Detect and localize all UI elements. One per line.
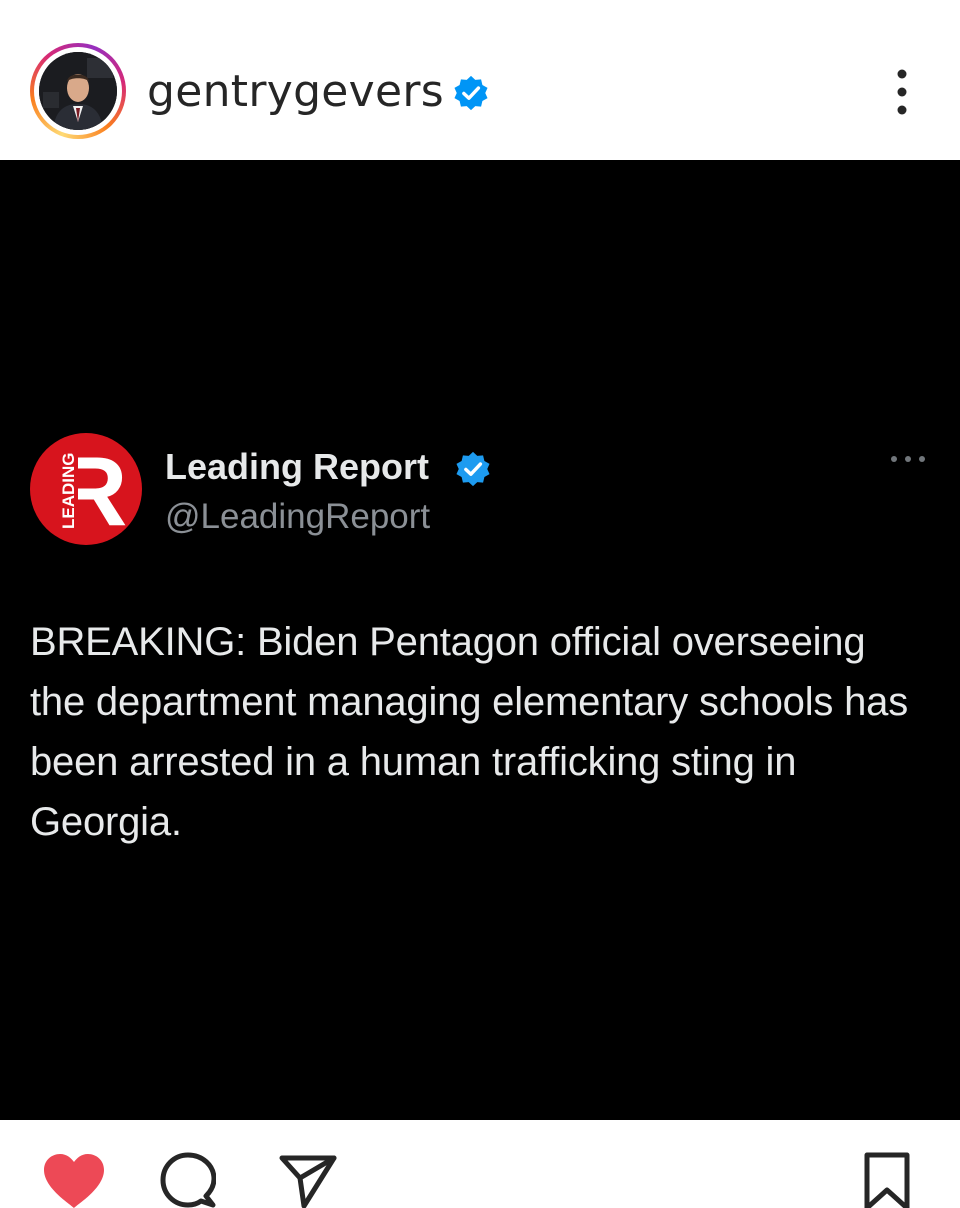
tweet-handle: @LeadingReport (165, 497, 431, 536)
tweet-more-icon (891, 456, 925, 462)
tweet-text: BREAKING: Biden Pentagon official overse… (30, 620, 908, 844)
more-vertical-icon[interactable] (884, 66, 920, 118)
svg-text:LEADING: LEADING (59, 453, 78, 530)
leading-report-logo: R LEADING (30, 433, 142, 545)
tweet-verified-icon (456, 451, 490, 487)
verified-badge-icon (454, 75, 488, 111)
post-image[interactable]: R LEADING Leading Report @LeadingReport … (0, 160, 960, 1120)
post-actions (0, 1120, 960, 1208)
avatar-photo (39, 52, 117, 130)
username[interactable]: gentrygevers (147, 66, 444, 118)
tweet-display-name: Leading Report (165, 446, 430, 487)
post-header: gentrygevers (0, 0, 960, 160)
profile-avatar[interactable] (30, 43, 126, 139)
